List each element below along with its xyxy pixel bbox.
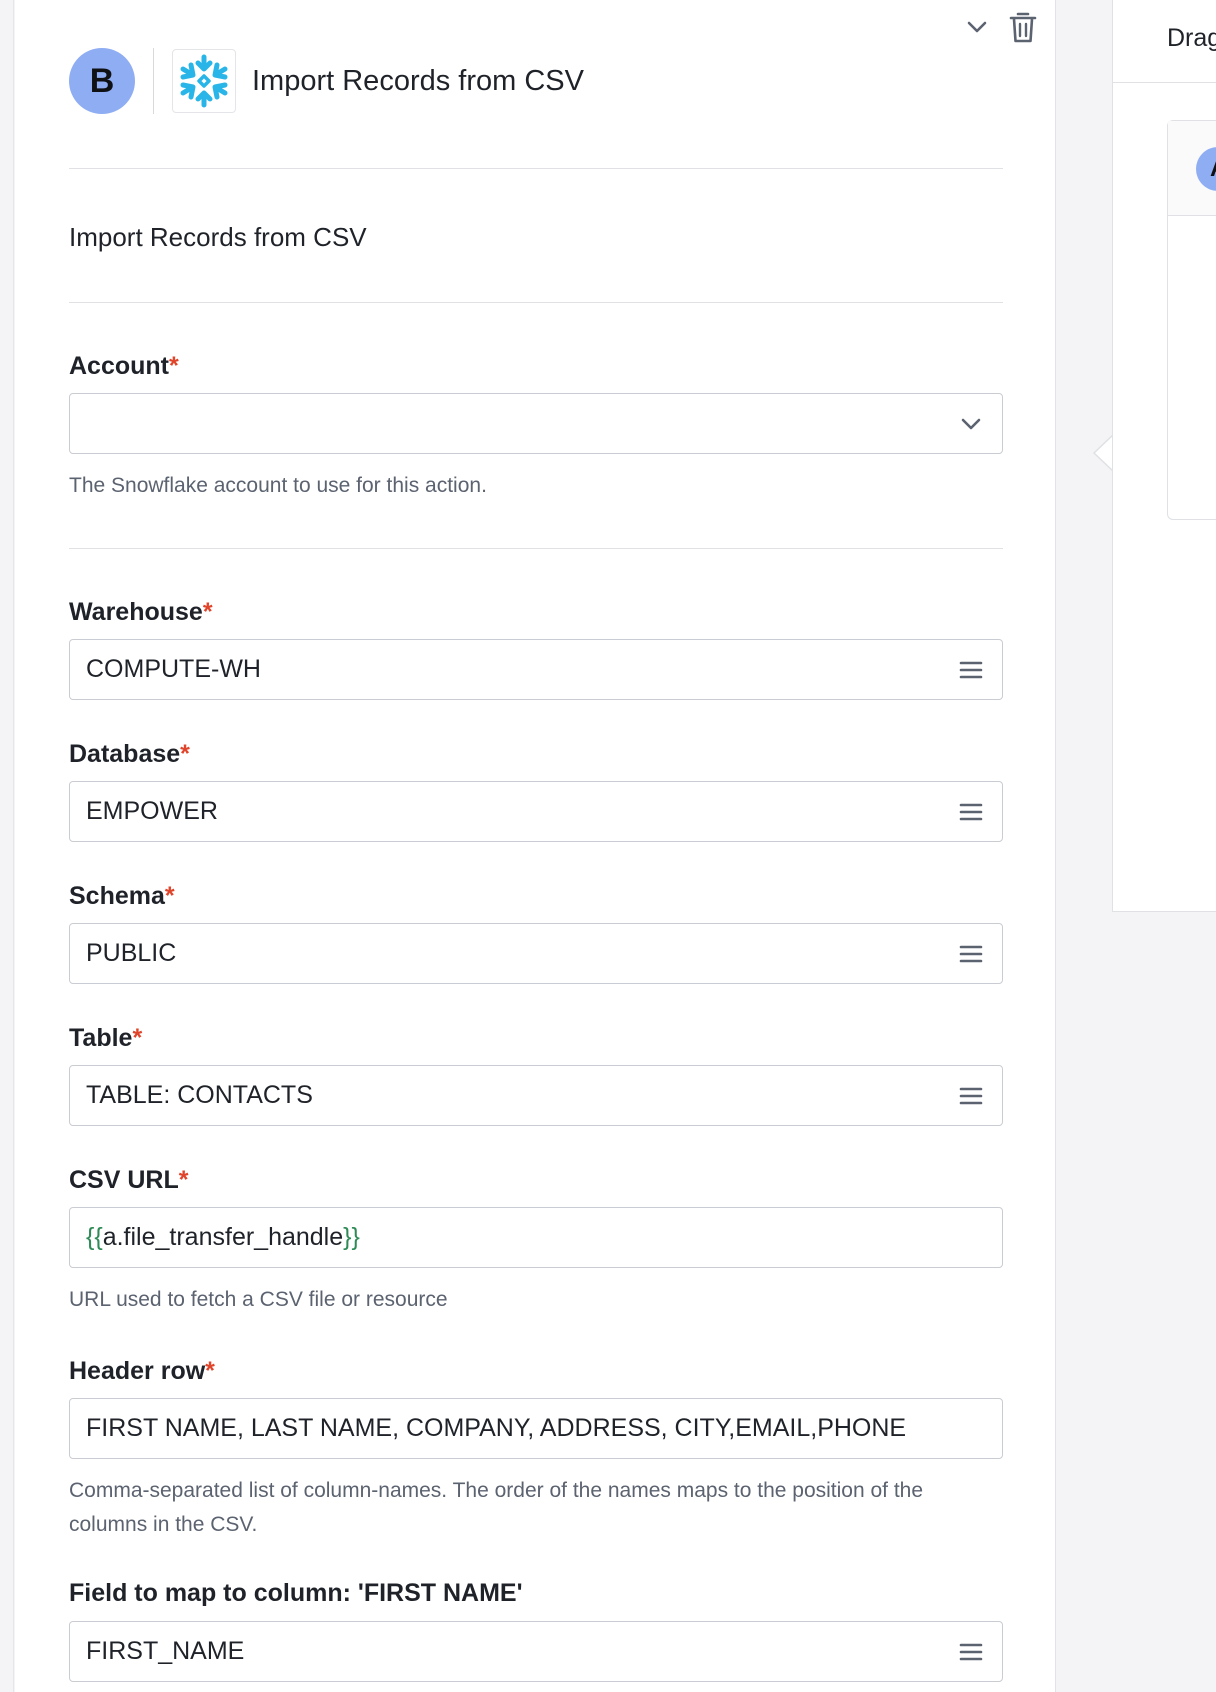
trash-icon[interactable] [1006, 8, 1040, 46]
required-mark: * [202, 598, 213, 626]
snowflake-icon [172, 49, 236, 113]
side-panel-card[interactable]: A [1167, 120, 1216, 520]
csv-url-field[interactable]: {{a.file_transfer_handle}} [69, 1207, 1003, 1268]
table-value: TABLE: CONTACTS [86, 1081, 313, 1109]
header-row-label: Header row* [69, 1357, 215, 1385]
header-divider [153, 48, 154, 114]
menu-icon[interactable] [956, 655, 986, 685]
menu-icon[interactable] [956, 797, 986, 827]
divider [69, 168, 1003, 169]
divider [69, 548, 1003, 549]
template-open-brace: {{ [86, 1223, 103, 1251]
template-variable: a.file_transfer_handle [102, 1223, 344, 1251]
schema-label: Schema* [69, 882, 175, 910]
panel-pointer [1092, 433, 1115, 473]
database-field[interactable]: EMPOWER [69, 781, 1003, 842]
map-first-name-value: FIRST_NAME [86, 1637, 245, 1665]
required-mark: * [132, 1024, 143, 1052]
side-panel-card-header: A [1168, 121, 1216, 216]
schema-field[interactable]: PUBLIC [69, 923, 1003, 984]
side-avatar: A [1196, 147, 1216, 191]
schema-value: PUBLIC [86, 939, 177, 967]
required-mark: * [169, 352, 179, 380]
required-mark: * [178, 1166, 189, 1194]
chevron-down-icon[interactable] [960, 8, 994, 46]
csv-url-value: {{a.file_transfer_handle}} [86, 1223, 986, 1252]
page: B Import Records from CSV Import Records… [0, 0, 1216, 1692]
account-help: The Snowflake account to use for this ac… [69, 474, 487, 497]
side-panel: Drag A [1112, 0, 1216, 912]
warehouse-value: COMPUTE-WH [86, 655, 261, 683]
account-label: Account* [69, 352, 179, 380]
header-row-help: Comma-separated list of column-names. Th… [69, 1479, 924, 1536]
csv-url-label: CSV URL* [69, 1166, 189, 1194]
template-close-brace: }} [343, 1223, 360, 1251]
step-editor-panel: B Import Records from CSV Import Records… [15, 0, 1056, 1692]
left-gutter [0, 0, 14, 1692]
database-label: Database* [69, 740, 190, 768]
required-mark: * [205, 1357, 215, 1385]
chevron-down-icon[interactable] [956, 409, 986, 439]
menu-icon[interactable] [956, 1081, 986, 1111]
table-label: Table* [69, 1024, 143, 1052]
step-avatar: B [69, 48, 135, 114]
database-value: EMPOWER [86, 797, 218, 825]
csv-url-help: URL used to fetch a CSV file or resource [69, 1288, 448, 1311]
warehouse-label: Warehouse* [69, 598, 213, 626]
divider [69, 302, 1003, 303]
step-actions [960, 8, 1040, 46]
side-panel-title: Drag [1113, 0, 1216, 83]
map-first-name-label: Field to map to column: 'FIRST NAME' [69, 1579, 523, 1607]
required-mark: * [180, 740, 190, 768]
step-avatar-letter: B [89, 61, 115, 100]
warehouse-field[interactable]: COMPUTE-WH [69, 639, 1003, 700]
step-title: Import Records from CSV [252, 64, 584, 97]
required-mark: * [164, 882, 175, 910]
header-row-value: FIRST NAME, LAST NAME, COMPANY, ADDRESS,… [86, 1414, 907, 1442]
step-name[interactable]: Import Records from CSV [69, 222, 367, 253]
menu-icon[interactable] [956, 1637, 986, 1667]
step-header: B Import Records from CSV [69, 48, 584, 114]
menu-icon[interactable] [956, 939, 986, 969]
header-row-field[interactable]: FIRST NAME, LAST NAME, COMPANY, ADDRESS,… [69, 1398, 1003, 1459]
table-field[interactable]: TABLE: CONTACTS [69, 1065, 1003, 1126]
account-select[interactable] [69, 393, 1003, 454]
map-first-name-field[interactable]: FIRST_NAME [69, 1621, 1003, 1682]
